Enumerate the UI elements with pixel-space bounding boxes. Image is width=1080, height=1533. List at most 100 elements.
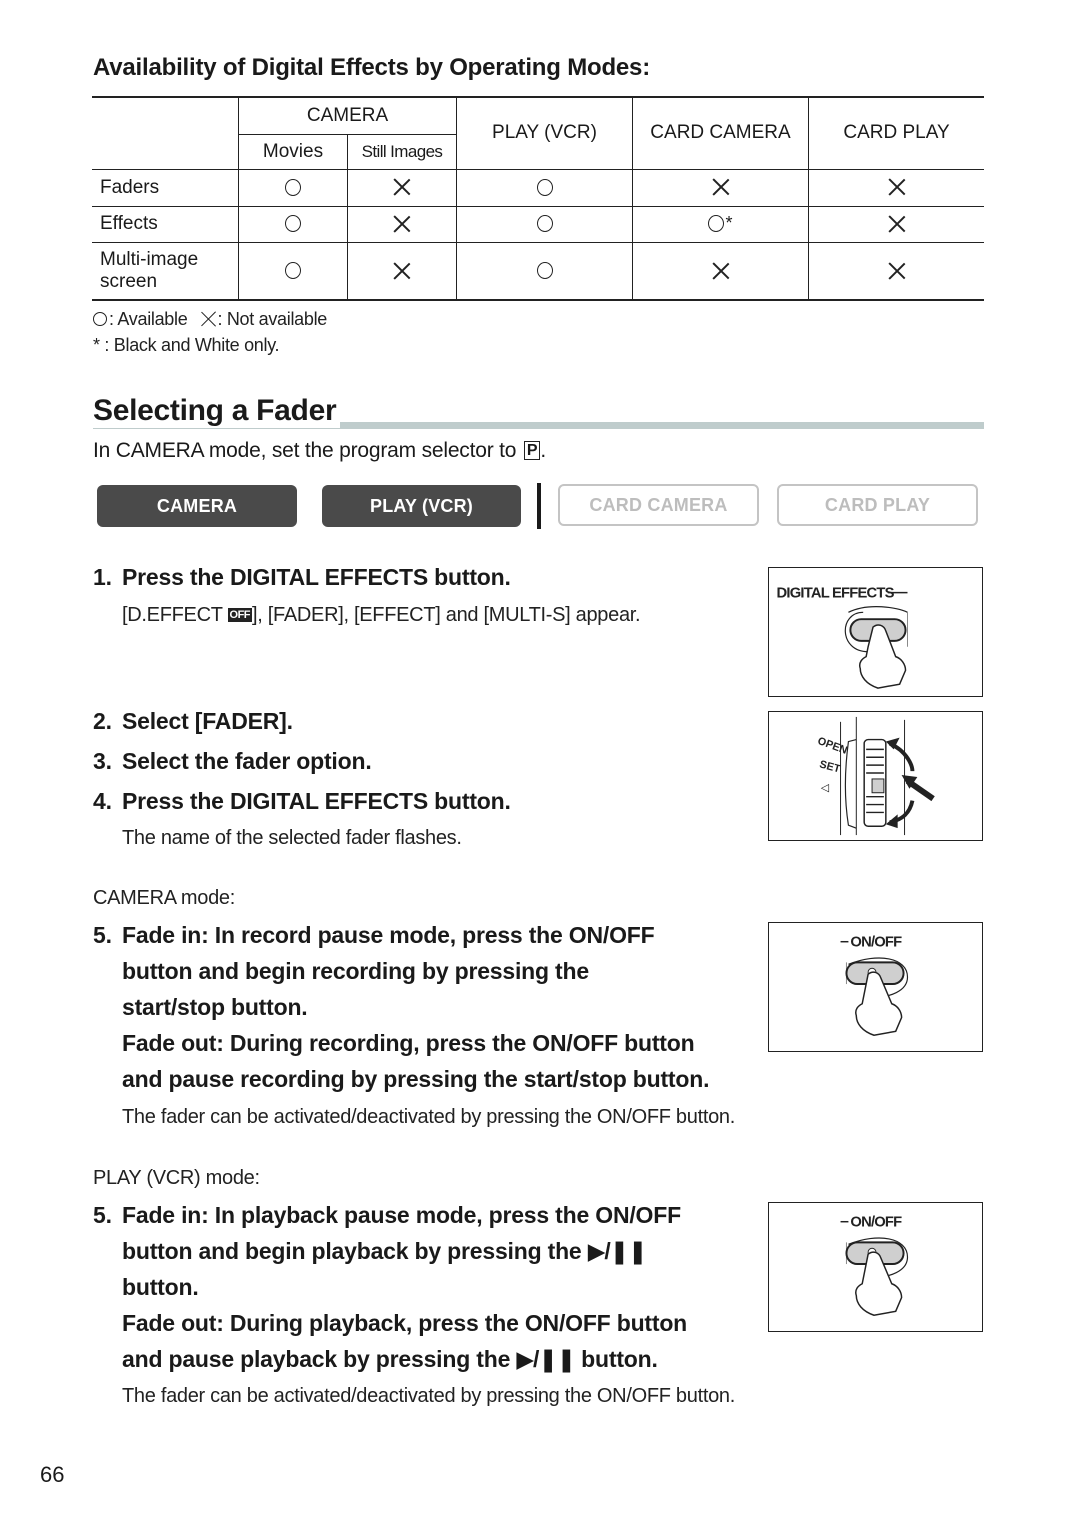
intro-label: In CAMERA mode, set the program selector… bbox=[93, 439, 517, 462]
dial-label-open: OPEN bbox=[816, 735, 849, 757]
intro-text: In CAMERA mode, set the program selector… bbox=[93, 439, 546, 463]
row-label-faders: Faders bbox=[92, 169, 239, 207]
dial-label-set: SET bbox=[818, 758, 842, 775]
selector-dial-illustration: OPEN SET ◁ bbox=[768, 711, 983, 841]
step-3: 3. Select the fader option. bbox=[93, 743, 372, 779]
cell bbox=[808, 169, 984, 207]
step-text: button and begin recording by pressing t… bbox=[122, 958, 589, 984]
step-text: start/stop button. bbox=[122, 994, 308, 1020]
step-text: button and begin playback by pressing th… bbox=[93, 1233, 687, 1269]
digital-effects-label: DIGITAL EFFECTS bbox=[777, 586, 895, 602]
row-label-effects: Effects bbox=[92, 206, 239, 243]
step-text: and pause recording by pressing the star… bbox=[122, 1066, 710, 1092]
on-off-label: ON/OFF bbox=[850, 935, 902, 951]
note-part: [D.EFFECT bbox=[122, 604, 228, 626]
intro-end: . bbox=[540, 439, 547, 462]
text-part: button and begin playback by pressing th… bbox=[122, 1238, 588, 1264]
available-icon bbox=[93, 312, 107, 326]
cell bbox=[238, 169, 348, 207]
row-label-line: Multi-image bbox=[100, 248, 199, 270]
available-icon bbox=[708, 215, 725, 233]
step-1: 1. Press the DIGITAL EFFECTS button. bbox=[93, 559, 511, 595]
note-part: ], [FADER], [EFFECT] and [MULTI-S] appea… bbox=[252, 604, 641, 626]
available-icon bbox=[285, 215, 301, 233]
legend-not-available: : Not available bbox=[217, 309, 328, 329]
not-available-icon bbox=[393, 215, 411, 233]
step-text: Fade in: In playback pause mode, press t… bbox=[122, 1202, 681, 1228]
program-p-icon: P bbox=[523, 441, 541, 460]
table-row: Multi-image screen bbox=[92, 242, 984, 301]
cell bbox=[456, 169, 633, 207]
bw-only-star: * bbox=[725, 213, 733, 234]
not-available-icon bbox=[393, 178, 411, 196]
step-5-play: 5. Fade in: In playback pause mode, press… bbox=[93, 1197, 687, 1377]
play-pause-icon: ▶/❚❚ bbox=[587, 1238, 648, 1264]
step-text: button. bbox=[122, 1274, 199, 1300]
cell bbox=[632, 242, 809, 301]
table-row: Effects * bbox=[92, 206, 984, 243]
step-5-camera: 5. Fade in: In record pause mode, press t… bbox=[93, 917, 709, 1097]
step-text: Press the DIGITAL EFFECTS button. bbox=[122, 788, 511, 814]
availability-table: CAMERA PLAY (VCR) CARD CAMERA CARD PLAY … bbox=[92, 96, 984, 301]
step-number: 5. bbox=[93, 922, 112, 948]
on-off-label: ON/OFF bbox=[850, 1215, 902, 1231]
available-icon bbox=[536, 215, 553, 233]
mode-camera: CAMERA bbox=[97, 485, 297, 527]
not-available-icon bbox=[888, 215, 906, 233]
table-corner-cell bbox=[92, 96, 239, 170]
header-camera: CAMERA bbox=[238, 96, 457, 135]
selector-dial-icon: OPEN SET ◁ bbox=[816, 716, 935, 836]
section-heading: Selecting a Fader bbox=[93, 394, 341, 428]
available-icon bbox=[536, 178, 553, 196]
cell bbox=[632, 169, 809, 207]
not-available-icon bbox=[393, 262, 411, 280]
cell bbox=[808, 242, 984, 301]
footnote: * : Black and White only. bbox=[93, 335, 280, 355]
mode-card-play: CARD PLAY bbox=[777, 484, 978, 526]
not-available-icon bbox=[712, 262, 730, 280]
header-movies: Movies bbox=[238, 134, 348, 170]
cell bbox=[238, 242, 348, 301]
step-text: and pause playback by pressing the ▶/❚❚ … bbox=[93, 1341, 687, 1377]
step-number: 1. bbox=[93, 564, 112, 590]
not-available-icon bbox=[201, 311, 217, 327]
step-4-note: The name of the selected fader flashes. bbox=[122, 827, 462, 849]
step-number: 4. bbox=[93, 788, 112, 814]
cell bbox=[808, 206, 984, 243]
step-text: Press the DIGITAL EFFECTS button. bbox=[122, 564, 511, 590]
page-number: 66 bbox=[40, 1462, 65, 1487]
cell bbox=[456, 206, 633, 243]
available-icon bbox=[285, 262, 301, 280]
camera-mode-label: CAMERA mode: bbox=[93, 887, 236, 909]
on-off-button-icon: ON/OFF bbox=[840, 1215, 909, 1317]
legend-available: : Available bbox=[109, 309, 188, 329]
legend: : Available : Not available bbox=[93, 309, 327, 330]
availability-heading: Availability of Digital Effects by Opera… bbox=[93, 54, 650, 81]
off-badge-icon: OFF bbox=[227, 608, 253, 622]
digital-effects-button-icon: DIGITAL EFFECTS bbox=[777, 586, 908, 689]
cell bbox=[347, 169, 457, 207]
header-card-play: CARD PLAY bbox=[808, 96, 984, 170]
digital-effects-illustration: DIGITAL EFFECTS bbox=[768, 567, 983, 697]
not-available-icon bbox=[712, 178, 730, 196]
step-1-note: [D.EFFECT OFF], [FADER], [EFFECT] and [M… bbox=[122, 604, 641, 627]
text-part: button. bbox=[574, 1346, 658, 1372]
step-number: 2. bbox=[93, 708, 112, 734]
mode-play-vcr: PLAY (VCR) bbox=[322, 485, 521, 527]
step-2: 2. Select [FADER]. bbox=[93, 703, 293, 739]
header-still-images: Still Images bbox=[347, 134, 457, 170]
table-row: Faders bbox=[92, 169, 984, 207]
available-icon bbox=[285, 178, 301, 196]
cell bbox=[347, 242, 457, 301]
play-pause-icon: ▶/❚❚ bbox=[516, 1346, 576, 1372]
on-off-illustration-play: ON/OFF bbox=[768, 1202, 983, 1332]
step-number: 3. bbox=[93, 748, 112, 774]
step-text: Fade out: During playback, press the ON/… bbox=[122, 1310, 688, 1336]
step-text: Fade in: In record pause mode, press the… bbox=[122, 922, 655, 948]
text-part: and pause playback by pressing the bbox=[122, 1346, 517, 1372]
mode-separator bbox=[537, 483, 541, 529]
step-text: Fade out: During recording, press the ON… bbox=[122, 1030, 695, 1056]
not-available-icon bbox=[888, 178, 906, 196]
step-text: Select the fader option. bbox=[122, 748, 372, 774]
step-number: 5. bbox=[93, 1202, 112, 1228]
